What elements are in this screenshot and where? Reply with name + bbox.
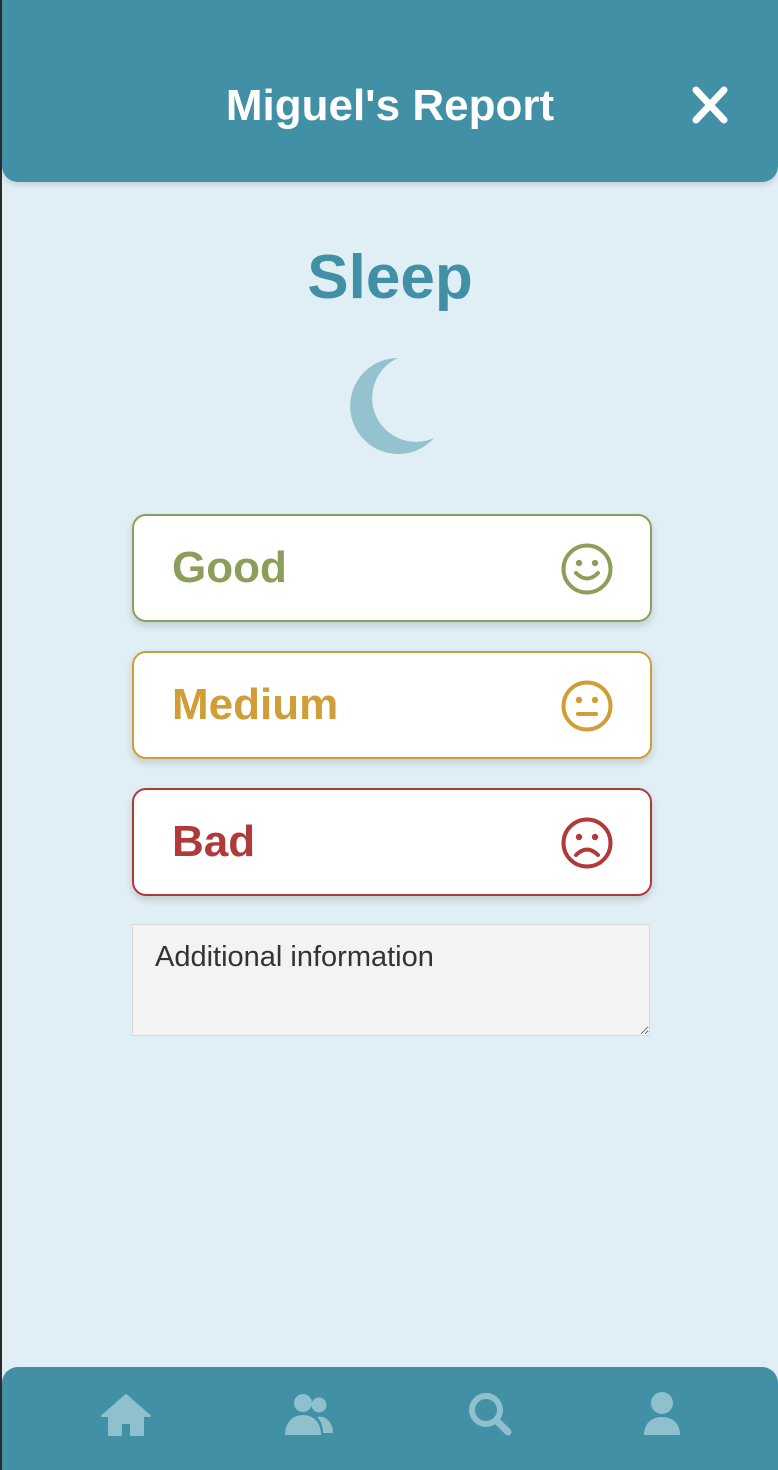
moon-icon xyxy=(348,356,440,456)
option-medium-label: Medium xyxy=(172,680,339,729)
section-title: Sleep xyxy=(307,243,473,312)
smile-face-icon xyxy=(561,543,613,595)
additional-info-field[interactable] xyxy=(132,924,650,1036)
option-bad-button[interactable]: Bad xyxy=(132,788,652,896)
search-icon xyxy=(469,1393,512,1436)
home-icon xyxy=(101,1394,151,1436)
close-icon xyxy=(692,86,728,124)
header-bar: Miguel's Report xyxy=(2,0,778,182)
option-medium-button[interactable]: Medium xyxy=(132,651,652,759)
neutral-face-icon xyxy=(561,680,613,732)
profile-icon xyxy=(644,1392,680,1435)
header-title: Miguel's Report xyxy=(225,81,555,130)
nav-profile-button[interactable] xyxy=(634,1389,690,1441)
option-good-label: Good xyxy=(172,543,287,592)
option-bad-label: Bad xyxy=(172,817,256,866)
nav-home-button[interactable] xyxy=(98,1389,154,1441)
nav-users-button[interactable] xyxy=(281,1389,337,1441)
users-icon xyxy=(285,1394,333,1435)
close-button[interactable] xyxy=(686,82,734,130)
sad-face-icon xyxy=(561,817,613,869)
screen: Miguel's Report Sleep Good Medium Bad Ad… xyxy=(2,0,778,1470)
bottom-nav xyxy=(2,1367,778,1470)
option-good-button[interactable]: Good xyxy=(132,514,652,622)
nav-search-button[interactable] xyxy=(462,1389,518,1441)
